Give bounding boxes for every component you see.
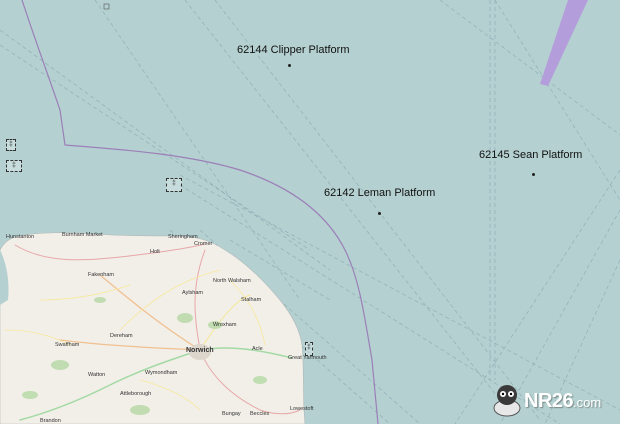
platform-marker-sean[interactable] [532, 173, 535, 176]
town-label: Watton [88, 372, 106, 378]
town-label: Swaffham [55, 342, 80, 348]
town-label: Dereham [110, 333, 133, 339]
town-label: Attleborough [120, 391, 152, 397]
platform-marker-leman[interactable] [378, 212, 381, 215]
town-label: Beccles [250, 411, 270, 417]
town-label: Acle [252, 346, 263, 352]
town-label: Lowestoft [290, 406, 314, 412]
town-label: Brandon [40, 418, 61, 424]
buoy-icon[interactable]: ‡ [166, 178, 182, 192]
buoy-icon[interactable]: ‡ [6, 139, 16, 151]
watermark-brand: NR26 [524, 390, 574, 412]
map-view[interactable]: ‡ ‡ ‡ ‡ 62144 Clipper Platform 62142 Lem… [0, 0, 620, 424]
buoy-icon[interactable]: ‡ [305, 342, 313, 356]
platform-label-sean[interactable]: 62145 Sean Platform [479, 149, 582, 161]
town-label: Holt [150, 249, 160, 255]
buoy-icon[interactable]: ‡ [6, 160, 22, 172]
town-label-norwich: Norwich [186, 347, 214, 354]
platform-marker-clipper[interactable] [288, 64, 291, 67]
town-label: Hunstanton [6, 234, 35, 240]
town-label: Wroxham [213, 322, 237, 328]
town-label: Aylsham [182, 290, 203, 296]
platform-label-clipper[interactable]: 62144 Clipper Platform [237, 44, 350, 56]
mascot-icon [493, 385, 521, 417]
town-label: North Walsham [213, 278, 251, 284]
watermark-suffix: .com [573, 395, 602, 410]
town-label: Wymondham [145, 370, 178, 376]
town-label: Great Yarmouth [288, 355, 327, 361]
nr26-watermark: NR26 .com [488, 380, 618, 420]
town-label: Fakenham [88, 272, 114, 278]
town-label: Stalham [241, 297, 262, 303]
town-label: Bungay [222, 411, 241, 417]
platform-label-leman[interactable]: 62142 Leman Platform [324, 187, 435, 199]
town-label: Burnham Market [62, 232, 103, 238]
town-label: Sheringham [168, 234, 198, 240]
town-label: Cromer [194, 241, 213, 247]
